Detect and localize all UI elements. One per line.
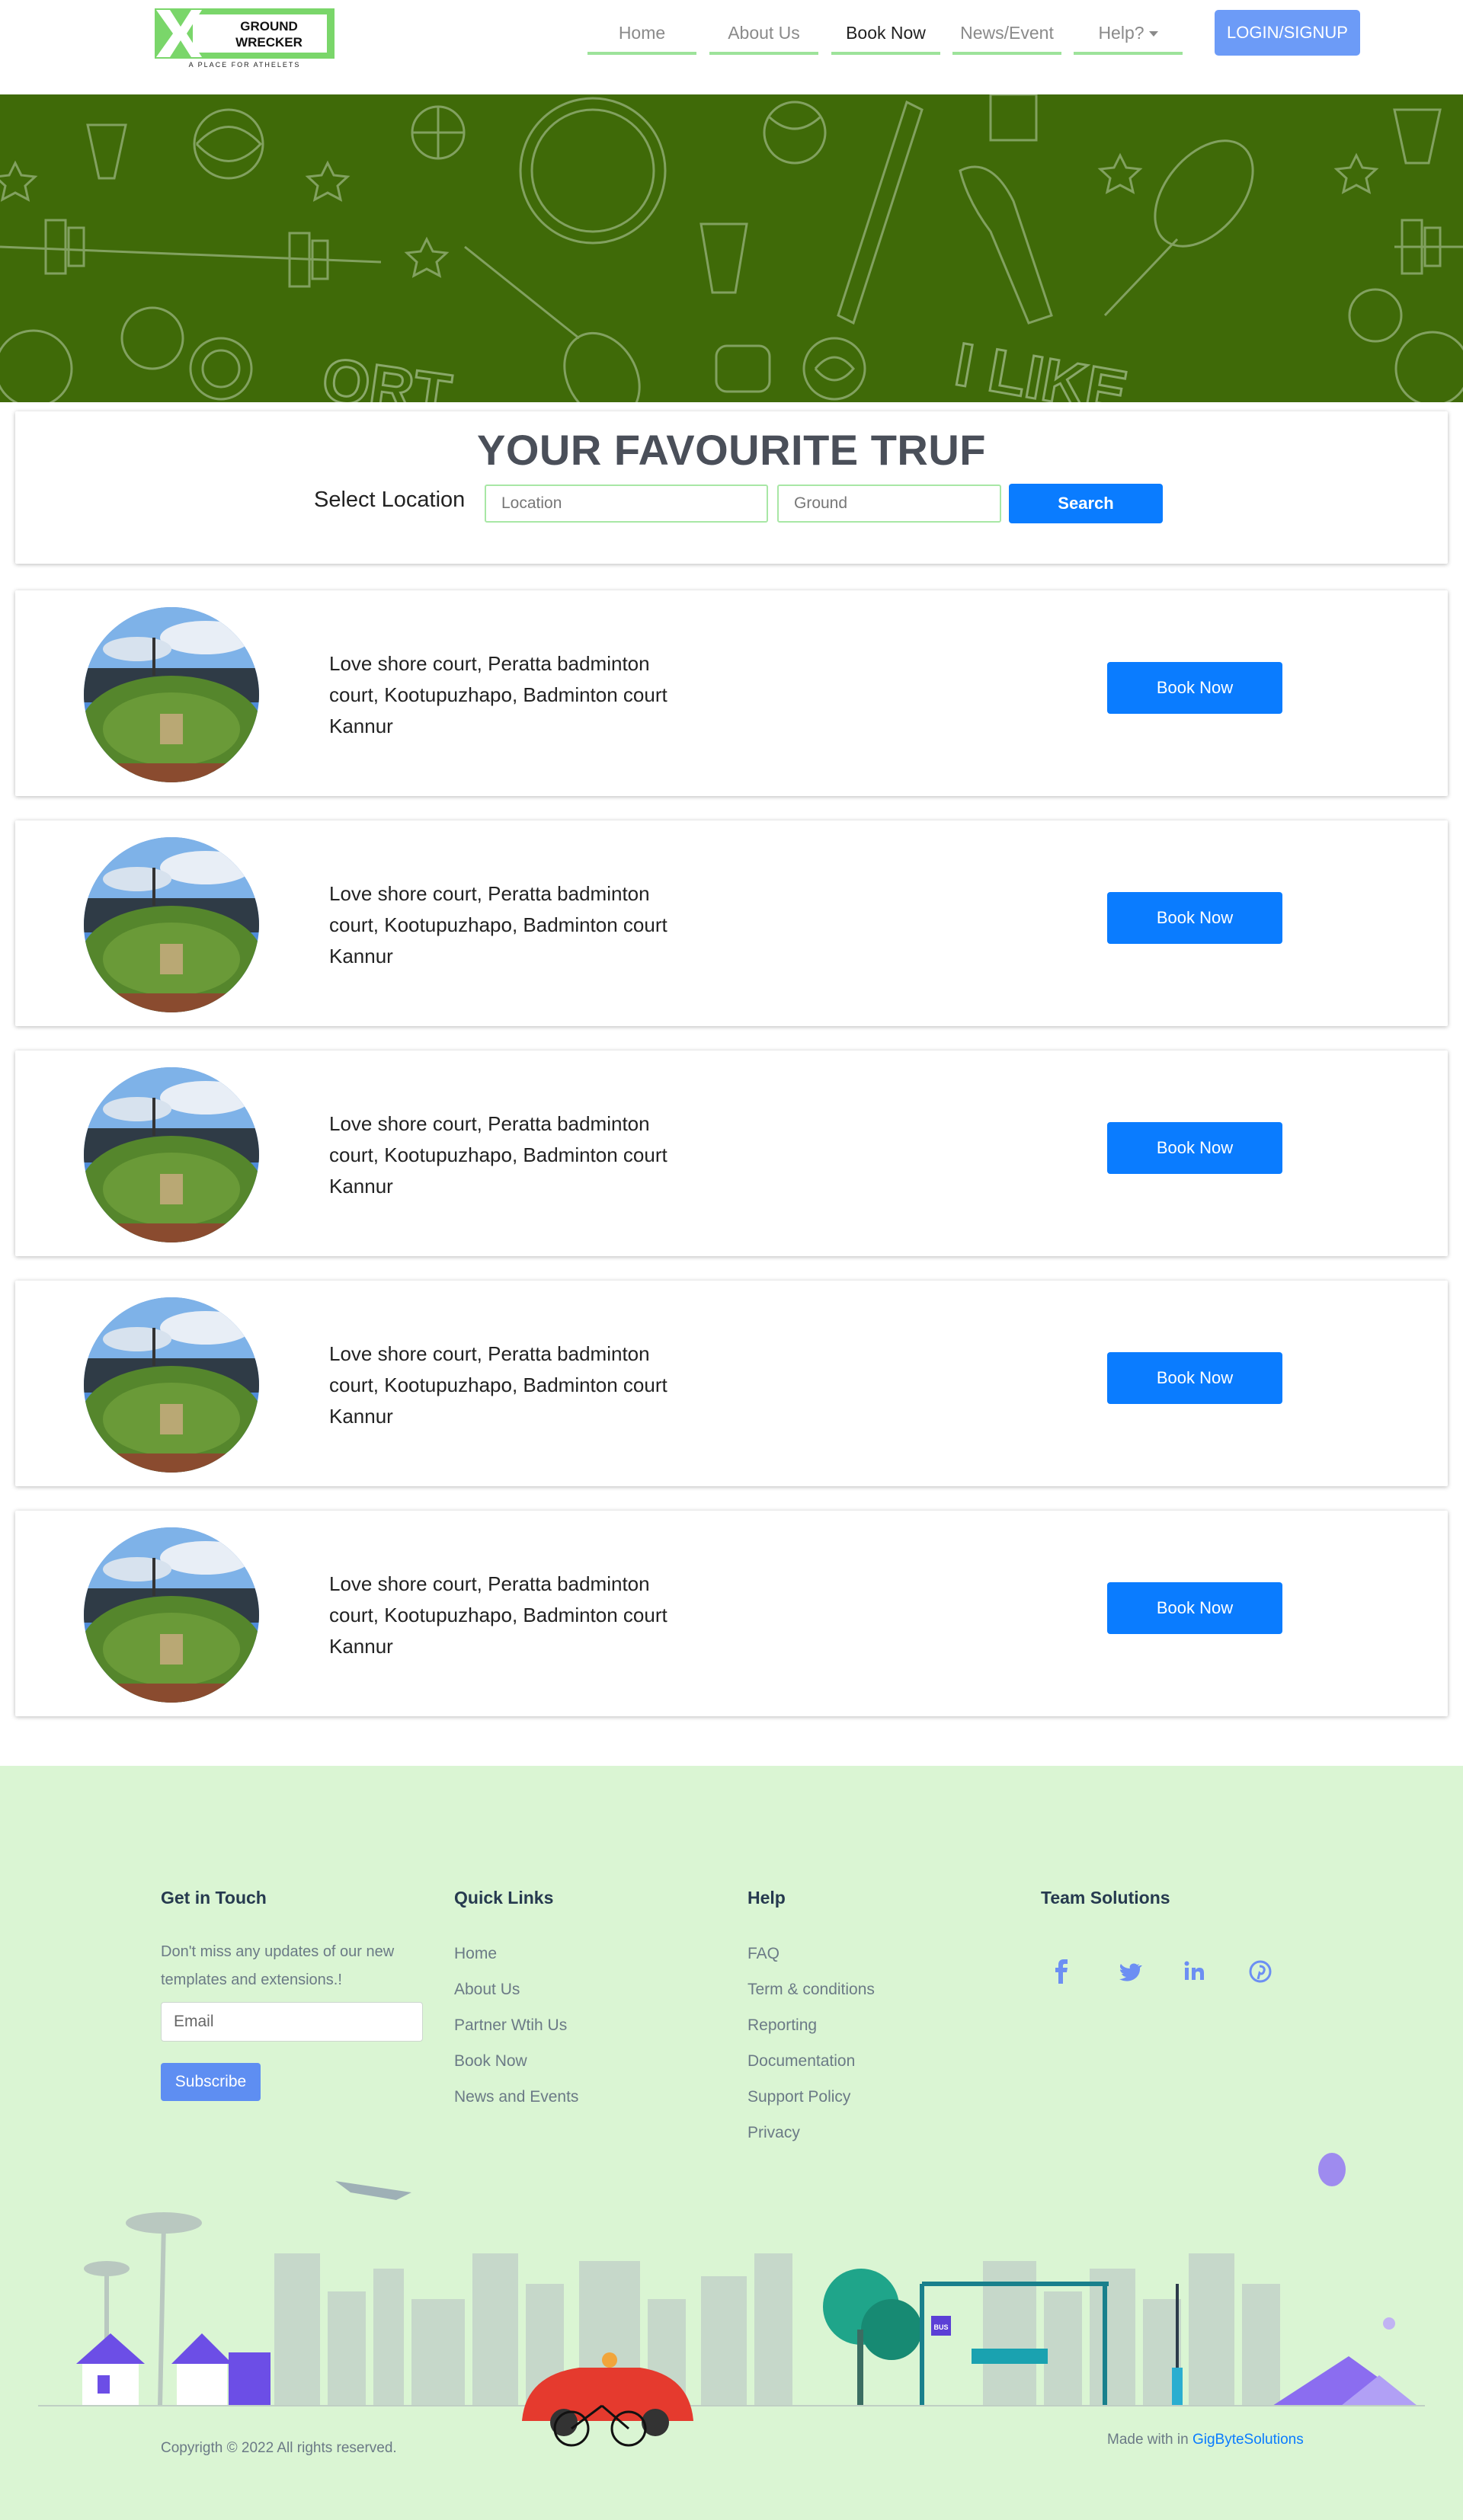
get-in-touch-heading: Get in Touch [161,1888,267,1908]
book-now-button[interactable]: Book Now [1107,662,1282,714]
team-solutions-heading: Team Solutions [1041,1888,1170,1908]
location-input[interactable]: Location [485,484,768,523]
house-icon [76,2333,271,2406]
page: GROUND WRECKER A PLACE FOR ATHELETS Home… [0,0,1463,2520]
car-icon [522,2368,693,2436]
ground-description: Love shore court, Peratta badminton cour… [329,1112,667,1198]
book-now-button[interactable]: Book Now [1107,1582,1282,1634]
pinterest-icon[interactable] [1245,1956,1276,1987]
bus-stop-sign: BUS [933,2323,948,2331]
subscribe-button[interactable]: Subscribe [161,2063,261,2101]
ground-card: Love shore court, Peratta badminton cour… [15,1281,1448,1486]
help-link-faq[interactable]: FAQ [748,1945,780,1963]
copyright-text: Copyrigth © 2022 All rights reserved. [161,2440,397,2456]
ground-description: Love shore court, Peratta badminton cour… [329,882,667,967]
airplane-icon [335,2181,411,2200]
book-now-button[interactable]: Book Now [1107,892,1282,944]
ground-card: Love shore court, Peratta badminton cour… [15,1051,1448,1256]
ground-image [84,607,259,782]
ground-image [84,1067,259,1242]
made-with-prefix: Made with in [1107,2432,1192,2448]
help-link-reporting[interactable]: Reporting [748,2016,817,2035]
banner-text-ort: ORT [319,345,456,402]
email-field[interactable]: Email [161,2002,423,2042]
search-card: YOUR FAVOURITE TRUF Select Location Loca… [15,411,1448,564]
hero-banner: I LIKE ORT [0,94,1463,402]
nav-help-dropdown[interactable]: Help? [1074,11,1183,55]
hot-air-balloon-icon [1318,2153,1346,2186]
ground-card: Love shore court, Peratta badminton cour… [15,590,1448,796]
nav-help-label: Help? [1098,23,1144,43]
ground-input[interactable]: Ground [777,484,1001,523]
book-now-button[interactable]: Book Now [1107,1122,1282,1174]
select-location-label: Select Location [314,488,466,512]
quick-link-about-us[interactable]: About Us [454,1981,520,1999]
help-link-support-policy[interactable]: Support Policy [748,2088,850,2106]
logo-line2: WRECKER [235,35,303,50]
twitter-icon[interactable] [1114,1956,1144,1987]
linkedin-icon[interactable] [1180,1956,1210,1987]
footer: BUS Get in Touch Don't miss any updates … [0,1766,1463,2520]
city-illustration: BUS [38,2153,1425,2447]
quick-link-home[interactable]: Home [454,1945,497,1963]
nav-home[interactable]: Home [587,11,696,55]
nav-about-us[interactable]: About Us [709,11,818,55]
search-button[interactable]: Search [1009,484,1163,523]
facebook-icon[interactable] [1047,1956,1077,1987]
book-now-button[interactable]: Book Now [1107,1352,1282,1404]
nav-book-now[interactable]: Book Now [831,11,940,55]
ground-image [84,1527,259,1703]
login-signup-button[interactable]: LOGIN/SIGNUP [1215,10,1360,56]
quick-links-heading: Quick Links [454,1888,554,1908]
help-link-terms[interactable]: Term & conditions [748,1981,875,1999]
logo-graphic: GROUND WRECKER A PLACE FOR ATHELETS [155,8,335,69]
logo-line1: GROUND [240,19,298,34]
ground-description: Love shore court, Peratta badminton cour… [329,652,667,737]
quick-link-book-now[interactable]: Book Now [454,2052,527,2071]
newsletter-text: Don't miss any updates of our new templa… [161,1943,395,1988]
ground-card: Love shore court, Peratta badminton cour… [15,1511,1448,1716]
quick-link-partner[interactable]: Partner Wtih Us [454,2016,567,2035]
ground-image [84,1297,259,1473]
cyclist-icon [602,2352,617,2368]
brand-logo[interactable]: GROUND WRECKER A PLACE FOR ATHELETS [155,8,335,69]
quick-link-news-events[interactable]: News and Events [454,2088,578,2106]
logo-tagline: A PLACE FOR ATHELETS [189,61,301,69]
ground-description: Love shore court, Peratta badminton cour… [329,1342,667,1428]
banner-text-i-like: I LIKE [950,330,1132,402]
navbar: GROUND WRECKER A PLACE FOR ATHELETS Home… [0,0,1463,94]
bench-icon [972,2349,1048,2364]
ground-card: Love shore court, Peratta badminton cour… [15,820,1448,1026]
ground-image [84,837,259,1012]
made-with-text: Made with in GigByteSolutions [1107,2432,1304,2448]
help-heading: Help [748,1888,786,1908]
help-link-documentation[interactable]: Documentation [748,2052,855,2071]
page-title: YOUR FAVOURITE TRUF [476,426,987,474]
help-link-privacy[interactable]: Privacy [748,2124,800,2142]
ground-description: Love shore court, Peratta badminton cour… [329,1572,667,1658]
nav-news-event[interactable]: News/Event [952,11,1061,55]
banner-lettering: I LIKE ORT [317,329,1133,402]
gigbyte-link[interactable]: GigByteSolutions [1192,2432,1304,2448]
chevron-down-icon [1148,31,1158,37]
